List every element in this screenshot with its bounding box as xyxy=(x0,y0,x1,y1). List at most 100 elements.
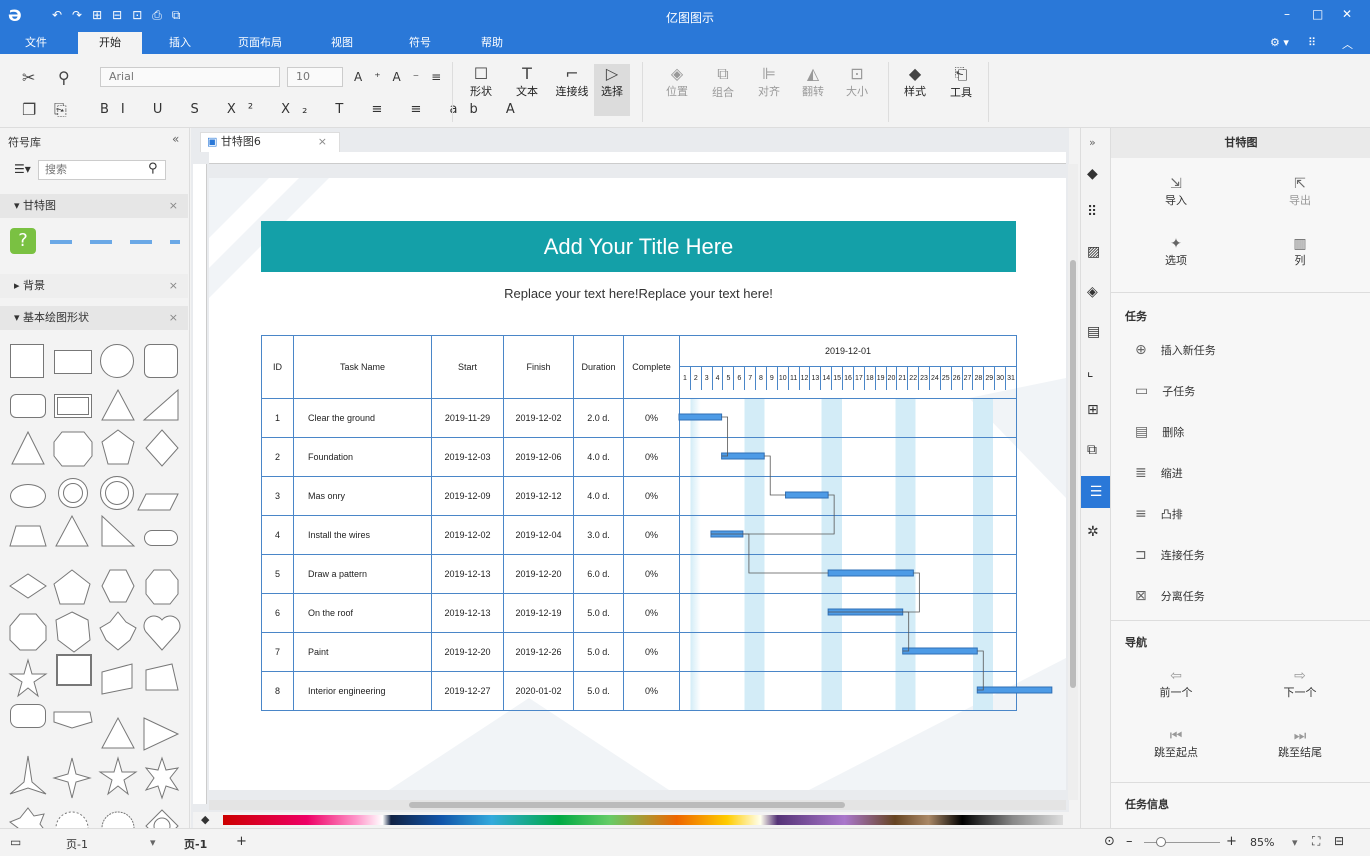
fullscreen-icon[interactable]: ⛶ xyxy=(1312,834,1320,849)
page-panel-icon[interactable]: ▤ xyxy=(1087,324,1100,340)
gantt-panel-icon[interactable]: ☰ xyxy=(1081,476,1111,508)
close-section-icon[interactable]: × xyxy=(169,194,178,218)
font-size-select[interactable]: 10 xyxy=(287,67,343,87)
tab-home[interactable]: 开始 xyxy=(78,32,142,54)
diagram-page[interactable]: Add Your Title Here Replace your text he… xyxy=(209,178,1066,790)
section-gantt[interactable]: ▾ 甘特图 × xyxy=(0,194,188,218)
v-scroll-thumb[interactable] xyxy=(1070,260,1076,688)
minimize-icon[interactable]: – xyxy=(1284,7,1290,21)
library-menu-icon[interactable]: ☰▾ xyxy=(14,162,31,176)
tab-file[interactable]: 文件 xyxy=(14,32,58,54)
settings-icon[interactable]: ⚙ ▾ xyxy=(1270,36,1289,49)
maximize-icon[interactable]: □ xyxy=(1312,7,1323,21)
goto-start-button[interactable]: ⏮ 跳至起点 xyxy=(1145,728,1207,760)
color-swatches[interactable] xyxy=(223,815,1063,825)
h-scroll-thumb[interactable] xyxy=(409,802,845,808)
fill-icon[interactable]: ◆ xyxy=(201,813,209,826)
play-icon[interactable]: ⊙ xyxy=(1104,834,1115,849)
zoom-slider-thumb[interactable] xyxy=(1156,837,1166,847)
page-tab[interactable]: 页-1 xyxy=(184,836,207,852)
style-button[interactable]: ◆ 样式 xyxy=(898,64,932,99)
close-icon[interactable]: ✕ xyxy=(1342,7,1352,21)
mindmap-panel-icon[interactable]: ✲ xyxy=(1087,524,1099,540)
text-format-icons[interactable]: BI U S X² X₂ T ≡ ≡ ab A xyxy=(100,102,527,117)
zoom-out-icon[interactable]: – xyxy=(1126,834,1133,849)
zoom-dropdown-icon[interactable]: ▾ xyxy=(1292,836,1298,849)
quick-access-icons[interactable]: ↶↷⊞⊟⊡⎙⧉ xyxy=(52,8,190,23)
chart-panel-icon[interactable]: ⌞ xyxy=(1087,364,1094,380)
shape-gallery[interactable] xyxy=(0,338,188,828)
task-row[interactable]: 5 Draw a pattern 2019-12-13 2019-12-20 6.0 d… xyxy=(261,554,1017,594)
color-palette[interactable]: ◆ xyxy=(193,812,1069,828)
task-row[interactable]: 6 On the roof 2019-12-13 2019-12-19 5.0 d. 0% xyxy=(261,593,1017,633)
options-button[interactable]: ✦ 选项 xyxy=(1151,236,1201,268)
cut-icon[interactable]: ✂ xyxy=(22,68,35,87)
unlink-tasks-button[interactable]: ⊠ 分离任务 xyxy=(1135,588,1205,604)
zoom-level[interactable]: 85% xyxy=(1250,836,1274,849)
zoom-in-icon[interactable]: + xyxy=(1226,834,1237,849)
align-button[interactable]: ⊫ 对齐 xyxy=(752,64,786,99)
close-section-icon[interactable]: × xyxy=(169,274,178,298)
tab-view[interactable]: 视图 xyxy=(320,32,364,54)
columns-button[interactable]: ▥ 列 xyxy=(1275,236,1325,268)
import-button[interactable]: ⇲ 导入 xyxy=(1151,176,1201,208)
task-row[interactable]: 4 Install the wires 2019-12-02 2019-12-04 3.… xyxy=(261,515,1017,555)
task-row[interactable]: 3 Mas onry 2019-12-09 2019-12-12 4.0 d. 0% xyxy=(261,476,1017,516)
fit-width-icon[interactable]: ⊟ xyxy=(1334,834,1344,848)
tab-symbols[interactable]: 符号 xyxy=(398,32,442,54)
close-tab-icon[interactable]: × xyxy=(318,133,327,151)
delete-button[interactable]: ▤ 删除 xyxy=(1135,424,1184,440)
format-painter-icon[interactable]: ⚲ xyxy=(58,68,70,87)
section-background[interactable]: ▸ 背景 × xyxy=(0,274,188,298)
close-section-icon[interactable]: × xyxy=(169,306,178,330)
subtask-button[interactable]: ▭ 子任务 xyxy=(1135,383,1195,399)
search-input[interactable] xyxy=(38,160,166,180)
link-tasks-button[interactable]: ⊐ 连接任务 xyxy=(1135,547,1205,563)
previous-button[interactable]: ⇦ 前一个 xyxy=(1151,668,1201,700)
position-button[interactable]: ◈ 位置 xyxy=(660,64,694,99)
tab-insert[interactable]: 插入 xyxy=(158,32,202,54)
gantt-shapes-row[interactable] xyxy=(50,240,180,244)
font-grow-shrink-icons[interactable]: A⁺A⁻≡ xyxy=(354,70,453,84)
diagram-subtitle[interactable]: Replace your text here!Replace your text… xyxy=(261,286,1016,301)
export-button[interactable]: ⇱ 导出 xyxy=(1275,176,1325,208)
flip-button[interactable]: ◭ 翻转 xyxy=(796,64,830,99)
expand-panel-icon[interactable]: » xyxy=(1089,136,1096,149)
next-button[interactable]: ⇨ 下一个 xyxy=(1275,668,1325,700)
page-layout-icon[interactable]: ▭ xyxy=(10,835,21,849)
tab-layout[interactable]: 页面布局 xyxy=(228,32,292,54)
outdent-button[interactable]: ≡ 凸排 xyxy=(1135,506,1183,522)
gantt-table[interactable]: ID Task Name Start Finish Duration Compl… xyxy=(261,335,1017,711)
collapse-panel-icon[interactable]: « xyxy=(172,132,179,146)
help-shape-icon[interactable]: ? xyxy=(10,228,36,254)
image-panel-icon[interactable]: ▨ xyxy=(1087,244,1100,260)
paste-icon[interactable]: ⎘ xyxy=(54,100,67,120)
add-page-icon[interactable]: + xyxy=(236,834,247,849)
apps-icon[interactable]: ⠿ xyxy=(1308,36,1316,49)
font-family-select[interactable]: Arial xyxy=(100,67,280,87)
task-row[interactable]: 1 Clear the ground 2019-11-29 2019-12-02 2.0… xyxy=(261,398,1017,438)
layers-panel-icon[interactable]: ◈ xyxy=(1087,284,1098,300)
document-tab[interactable]: ▣ 甘特图6 × xyxy=(200,132,340,152)
group-button[interactable]: ⧉ 组合 xyxy=(706,64,740,100)
horizontal-scrollbar[interactable] xyxy=(209,800,1066,810)
search-icon[interactable]: ⚲ xyxy=(148,161,158,176)
fill-panel-icon[interactable]: ◆ xyxy=(1087,166,1098,182)
vertical-scrollbar[interactable] xyxy=(1068,164,1078,800)
grid-panel-icon[interactable]: ⠿ xyxy=(1087,204,1097,220)
goto-end-button[interactable]: ⏭ 跳至结尾 xyxy=(1269,728,1331,760)
select-tool-button[interactable]: ▷ 选择 xyxy=(594,64,630,116)
task-row[interactable]: 8 Interior engineering 2019-12-27 2020-01-0… xyxy=(261,671,1017,711)
table-panel-icon[interactable]: ⊞ xyxy=(1087,402,1099,418)
copy-icon[interactable]: ❐ xyxy=(22,100,36,119)
data-panel-icon[interactable]: ⧉ xyxy=(1087,442,1097,458)
collapse-ribbon-icon[interactable]: ︿ xyxy=(1342,36,1353,52)
task-row[interactable]: 7 Paint 2019-12-20 2019-12-26 5.0 d. 0% xyxy=(261,632,1017,672)
task-row[interactable]: 2 Foundation 2019-12-03 2019-12-06 4.0 d. 0% xyxy=(261,437,1017,477)
tools-button[interactable]: ⎗ 工具 xyxy=(944,64,978,100)
chevron-down-icon[interactable]: ▾ xyxy=(150,836,156,849)
tab-help[interactable]: 帮助 xyxy=(470,32,514,54)
section-basic-shapes[interactable]: ▾ 基本绘图形状 × xyxy=(0,306,188,330)
indent-button[interactable]: ≣ 缩进 xyxy=(1135,465,1183,481)
shape-tool-button[interactable]: ☐ 形状 xyxy=(466,64,496,99)
